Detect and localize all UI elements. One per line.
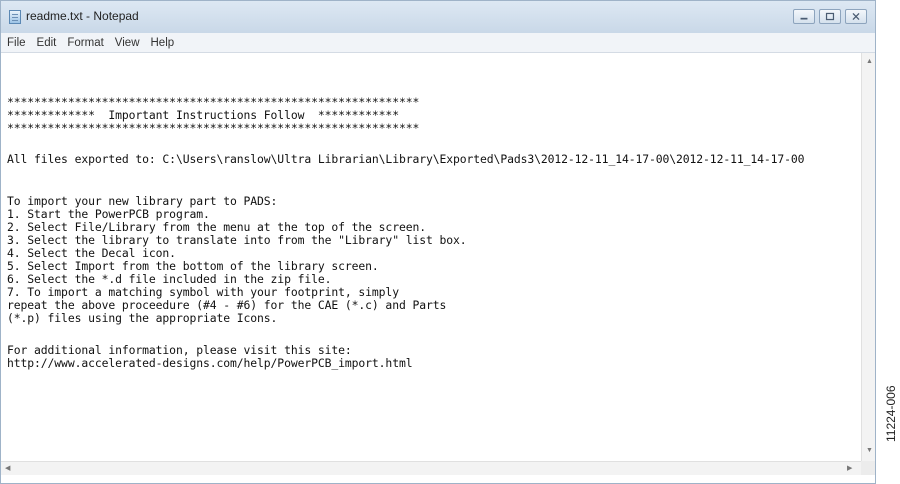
menu-format[interactable]: Format <box>67 37 103 49</box>
menu-file[interactable]: File <box>7 37 26 49</box>
scroll-down-icon[interactable]: ▼ <box>866 447 873 454</box>
text-line: 3. Select the library to translate into … <box>7 233 467 247</box>
menu-bar: File Edit Format View Help <box>1 33 875 53</box>
notepad-icon[interactable] <box>9 10 21 24</box>
menu-view[interactable]: View <box>115 37 140 49</box>
text-line: 1. Start the PowerPCB program. <box>7 207 210 221</box>
title-bar[interactable]: readme.txt - Notepad <box>1 1 875 34</box>
notepad-window: readme.txt - Notepad File Edit Format Vi… <box>0 0 876 484</box>
minimize-button[interactable] <box>793 9 815 24</box>
text-line: 7. To import a matching symbol with your… <box>7 285 399 299</box>
menu-edit[interactable]: Edit <box>37 37 57 49</box>
text-line: For additional information, please visit… <box>7 343 352 357</box>
maximize-icon <box>825 12 835 21</box>
text-line: ****************************************… <box>7 95 420 109</box>
text-line: All files exported to: C:\Users\ranslow\… <box>7 152 805 166</box>
scroll-left-icon[interactable]: ◀ <box>5 465 10 472</box>
close-icon <box>852 13 860 20</box>
menu-help[interactable]: Help <box>151 37 175 49</box>
text-line: To import your new library part to PADS: <box>7 194 278 208</box>
window-title: readme.txt - Notepad <box>26 9 139 23</box>
text-line: repeat the above proceedure (#4 - #6) fo… <box>7 298 447 312</box>
text-line: ****************************************… <box>7 121 420 135</box>
text-line: 6. Select the *.d file included in the z… <box>7 272 332 286</box>
text-line: 4. Select the Decal icon. <box>7 246 176 260</box>
figure-id: 11224-006 <box>884 385 898 443</box>
scroll-up-icon[interactable]: ▲ <box>866 58 873 65</box>
scroll-right-icon[interactable]: ▶ <box>847 465 852 472</box>
horizontal-scrollbar[interactable]: ◀ ▶ <box>1 461 861 475</box>
text-line: 2. Select File/Library from the menu at … <box>7 220 426 234</box>
text-line: (*.p) files using the appropriate Icons. <box>7 311 278 325</box>
text-line: ************* Important Instructions Fol… <box>7 108 399 122</box>
vertical-scrollbar[interactable]: ▲ ▼ <box>861 53 875 461</box>
text-line: http://www.accelerated-designs.com/help/… <box>7 356 413 370</box>
maximize-button[interactable] <box>819 9 841 24</box>
scrollbar-corner <box>861 461 875 475</box>
close-button[interactable] <box>845 9 867 24</box>
minimize-icon <box>800 17 808 20</box>
text-line: 5. Select Import from the bottom of the … <box>7 259 379 273</box>
window-controls <box>793 9 867 24</box>
text-editor[interactable]: ****************************************… <box>1 53 861 461</box>
